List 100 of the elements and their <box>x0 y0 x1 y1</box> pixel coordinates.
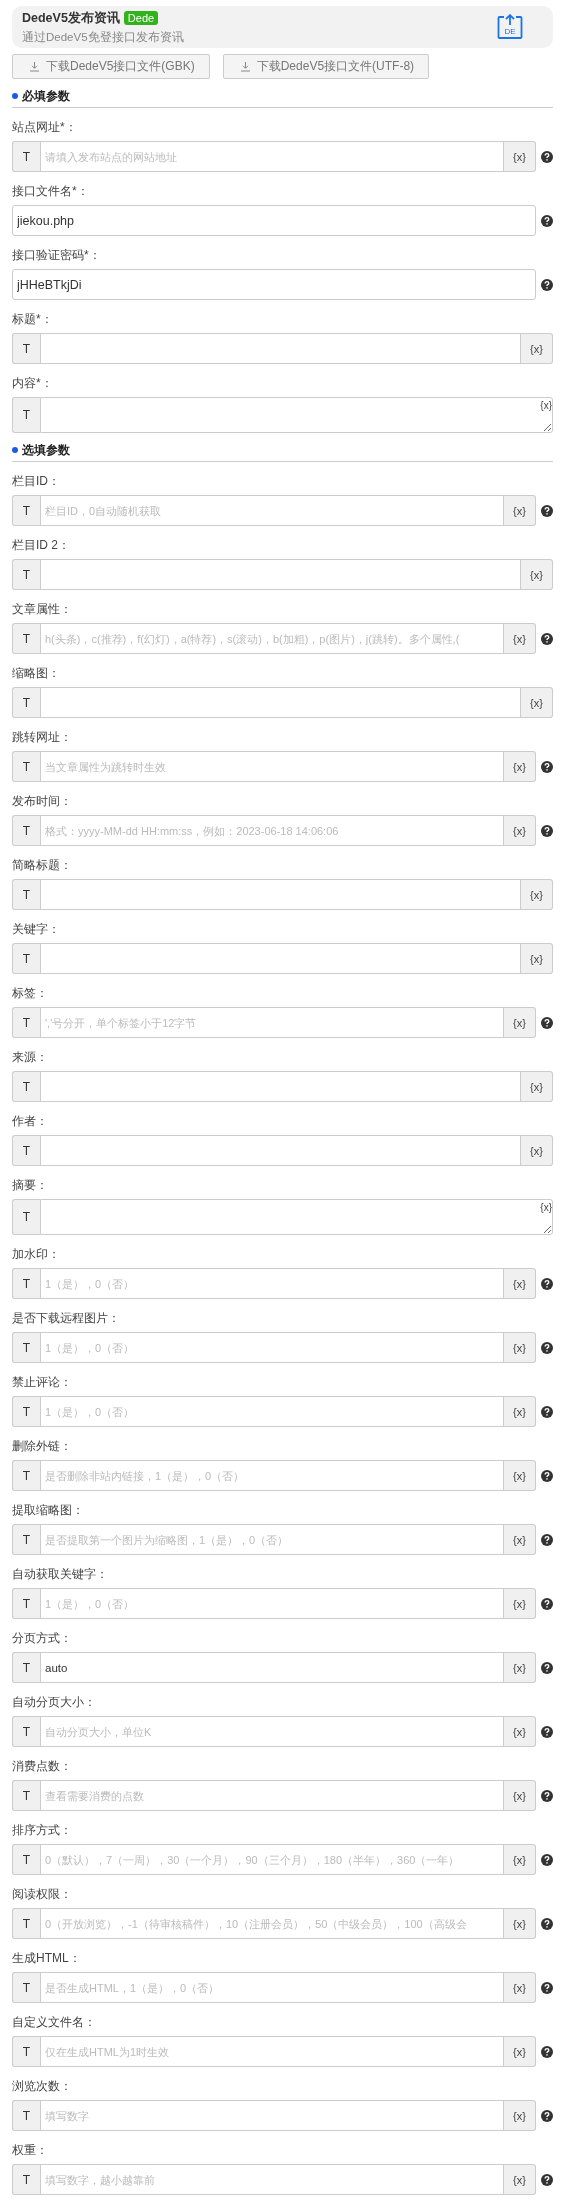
type-badge: T <box>12 1071 40 1102</box>
variable-button[interactable]: {x} <box>504 1460 536 1491</box>
type-badge: T <box>12 815 40 846</box>
input-field[interactable]: 0（开放浏览），-1（待审核稿件），10（注册会员），50（中级会员），100（高级会 <box>40 1908 504 1939</box>
variable-button[interactable]: {x} <box>504 1652 536 1683</box>
field-label: 跳转网址： <box>12 729 73 745</box>
variable-button[interactable]: {x} <box>504 2164 536 2195</box>
help-icon[interactable] <box>541 632 553 645</box>
input-field[interactable] <box>40 943 521 974</box>
help-icon[interactable] <box>541 214 553 227</box>
variable-button[interactable]: {x} <box>504 1780 536 1811</box>
field-label: 禁止评论： <box>12 1374 73 1390</box>
type-badge: T <box>12 1652 40 1683</box>
input-field[interactable] <box>40 559 521 590</box>
type-badge: T <box>12 397 40 433</box>
variable-button[interactable]: {x} <box>540 1202 552 1214</box>
type-badge: T <box>12 751 40 782</box>
input-field[interactable]: 栏目ID，0自动随机获取 <box>40 495 504 526</box>
help-icon[interactable] <box>541 824 553 837</box>
variable-button[interactable]: {x} <box>521 559 553 590</box>
variable-button[interactable]: {x} <box>504 1972 536 2003</box>
download-icon <box>239 61 251 72</box>
type-badge: T <box>12 943 40 974</box>
help-icon[interactable] <box>541 1661 553 1674</box>
help-icon[interactable] <box>541 1405 553 1418</box>
input-field[interactable]: 填写数字，越小越靠前 <box>40 2164 504 2195</box>
variable-button[interactable]: {x} <box>504 1007 536 1038</box>
input-field[interactable] <box>40 1071 521 1102</box>
download-button[interactable]: 下载DedeV5接口文件(GBK) <box>12 54 210 79</box>
variable-button[interactable]: {x} <box>521 687 553 718</box>
input-field[interactable]: 1（是），0（否） <box>40 1588 504 1619</box>
input-field[interactable] <box>40 687 521 718</box>
type-badge: T <box>12 2164 40 2195</box>
type-badge: T <box>12 333 40 364</box>
help-icon[interactable] <box>541 278 553 291</box>
field-label: 分页方式： <box>12 1630 73 1646</box>
variable-button[interactable]: {x} <box>504 751 536 782</box>
input-field[interactable]: 1（是），0（否） <box>40 1396 504 1427</box>
help-icon[interactable] <box>541 504 553 517</box>
variable-button[interactable]: {x} <box>504 2100 536 2131</box>
section-heading: 必填参数 <box>12 85 553 108</box>
help-icon[interactable] <box>541 1341 553 1354</box>
input-field[interactable]: 自动分页大小，单位K <box>40 1716 504 1747</box>
input-field[interactable]: 1（是），0（否） <box>40 1268 504 1299</box>
type-badge: T <box>12 687 40 718</box>
field-label: 摘要： <box>12 1177 49 1193</box>
input-field[interactable] <box>40 333 521 364</box>
help-icon[interactable] <box>541 1981 553 1994</box>
variable-button[interactable]: {x} <box>521 879 553 910</box>
variable-button[interactable]: {x} <box>540 400 552 412</box>
input-field[interactable] <box>40 879 521 910</box>
input-field[interactable]: jiekou.php <box>12 205 536 236</box>
variable-button[interactable]: {x} <box>521 1135 553 1166</box>
help-icon[interactable] <box>541 1597 553 1610</box>
help-icon[interactable] <box>541 1917 553 1930</box>
type-badge: T <box>12 1460 40 1491</box>
help-icon[interactable] <box>541 1725 553 1738</box>
input-field[interactable]: 1（是），0（否） <box>40 1332 504 1363</box>
type-badge: T <box>12 879 40 910</box>
input-field[interactable]: 仅在生成HTML为1时生效 <box>40 2036 504 2067</box>
variable-button[interactable]: {x} <box>504 815 536 846</box>
input-field[interactable] <box>40 1135 521 1166</box>
input-field[interactable]: 是否生成HTML，1（是），0（否） <box>40 1972 504 2003</box>
variable-button[interactable]: {x} <box>504 1908 536 1939</box>
help-icon[interactable] <box>541 2045 553 2058</box>
input-field[interactable]: jHHeBTkjDi <box>12 269 536 300</box>
variable-button[interactable]: {x} <box>504 1844 536 1875</box>
variable-button[interactable]: {x} <box>504 141 536 172</box>
help-icon[interactable] <box>541 2109 553 2122</box>
help-icon[interactable] <box>541 2173 553 2186</box>
variable-button[interactable]: {x} <box>504 1716 536 1747</box>
field-label: 文章属性： <box>12 601 73 617</box>
variable-button[interactable]: {x} <box>521 1071 553 1102</box>
variable-button[interactable]: {x} <box>504 1332 536 1363</box>
help-icon[interactable] <box>541 1277 553 1290</box>
input-field[interactable]: 是否删除非站内链接，1（是），0（否） <box>40 1460 504 1491</box>
variable-button[interactable]: {x} <box>504 1524 536 1555</box>
help-icon[interactable] <box>541 1533 553 1546</box>
variable-button[interactable]: {x} <box>504 1588 536 1619</box>
type-badge: T <box>12 1524 40 1555</box>
help-icon[interactable] <box>541 1789 553 1802</box>
variable-button[interactable]: {x} <box>504 2036 536 2067</box>
help-icon[interactable] <box>541 150 553 163</box>
help-icon[interactable] <box>541 1853 553 1866</box>
variable-button[interactable]: {x} <box>521 333 553 364</box>
input-field[interactable]: auto <box>40 1652 504 1683</box>
variable-button[interactable]: {x} <box>504 495 536 526</box>
help-icon[interactable] <box>541 1016 553 1029</box>
variable-button[interactable]: {x} <box>504 623 536 654</box>
field-label: 权重： <box>12 2142 49 2158</box>
input-field[interactable]: 请填入发布站点的网站地址 <box>40 141 504 172</box>
input-field[interactable]: 格式：yyyy-MM-dd HH:mm:ss，例如：2023-06-18 14:06:06 <box>40 815 504 846</box>
download-button[interactable]: 下载DedeV5接口文件(UTF-8) <box>222 54 430 79</box>
variable-button[interactable]: {x} <box>521 943 553 974</box>
variable-button[interactable]: {x} <box>504 1268 536 1299</box>
variable-button[interactable]: {x} <box>504 1396 536 1427</box>
input-field[interactable]: 填写数字 <box>40 2100 504 2131</box>
help-icon[interactable] <box>541 760 553 773</box>
help-icon[interactable] <box>541 1469 553 1482</box>
field-label: 是否下载远程图片： <box>12 1310 121 1326</box>
